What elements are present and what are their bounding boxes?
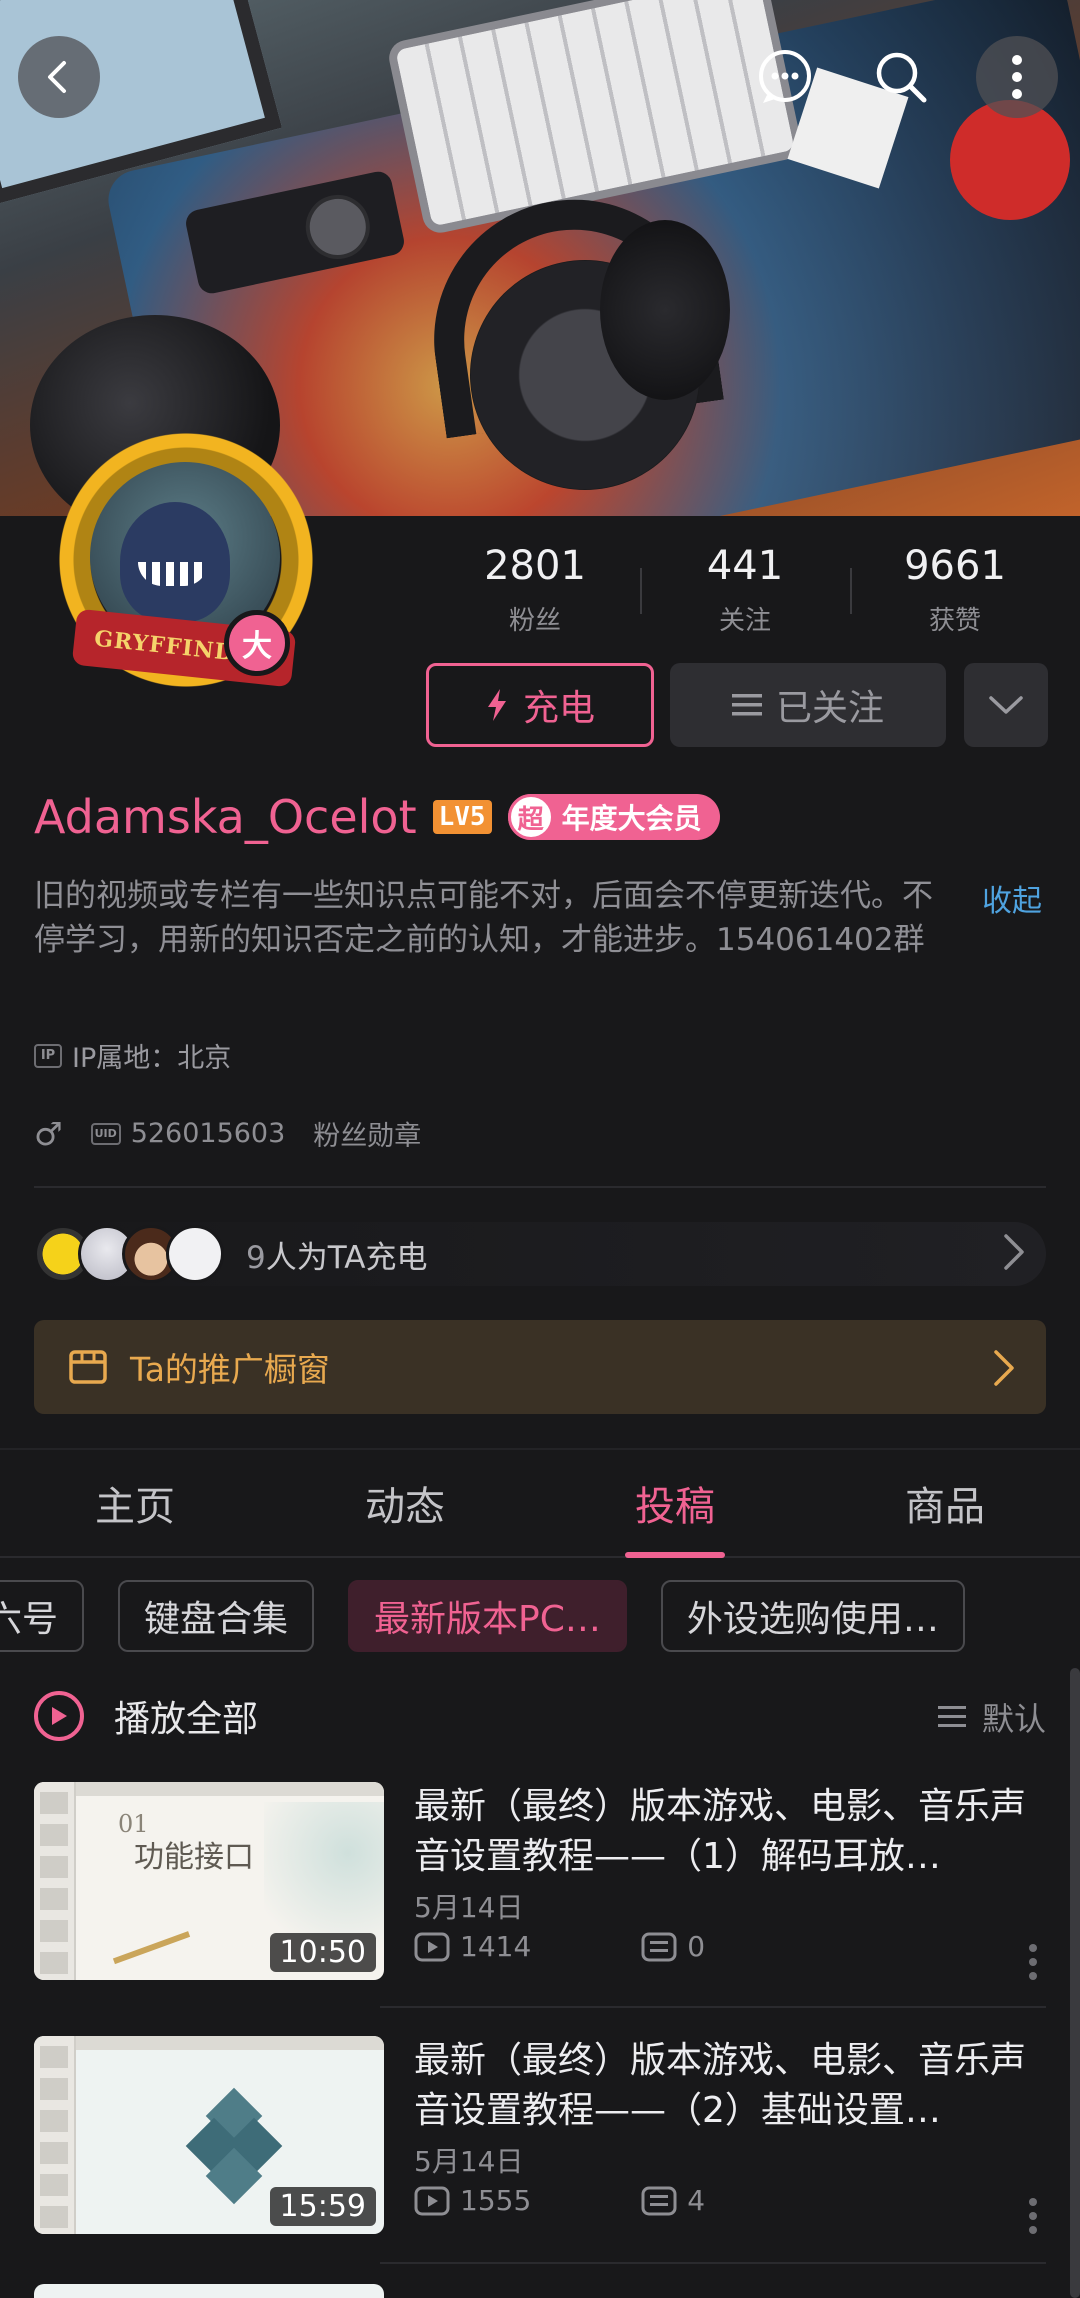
video-item[interactable]: 01 功能接口 10:50 最新（最终）版本游戏、电影、音乐声音设置教程——（1…	[34, 1782, 1046, 1982]
lightning-icon	[487, 689, 506, 721]
video-thumbnail[interactable]: 15:59	[34, 2036, 384, 2234]
video-separator	[380, 2262, 1046, 2264]
stat-label: 获赞	[928, 606, 981, 636]
stat-likes[interactable]: 9661 获赞	[850, 540, 1060, 640]
tab-dynamics[interactable]: 动态	[270, 1450, 540, 1556]
more-vertical-icon[interactable]	[1026, 1942, 1040, 1982]
video-duration: 10:50	[269, 1933, 376, 1972]
bio-text: 旧的视频或专栏有一些知识点可能不对，后面会不停更新迭代。不停学习，用新的知识否定…	[34, 878, 933, 958]
slide-title: 功能接口	[134, 1840, 254, 1875]
video-separator	[380, 2006, 1046, 2008]
video-title[interactable]: 最新（最终）版本游戏、电影、音乐声音设置教程——（1）解码耳放…	[414, 1782, 1054, 1882]
back-button[interactable]	[18, 36, 100, 118]
video-stats: 1555 4	[414, 2184, 705, 2217]
stat-label: 粉丝	[508, 606, 561, 636]
followed-button[interactable]: 已关注	[670, 663, 946, 747]
uid-value: 526015603	[130, 1118, 286, 1149]
comment-count: 0	[687, 1930, 706, 1963]
sort-lines-icon	[938, 1706, 966, 1727]
supporter-avatar	[166, 1225, 224, 1283]
followed-button-label: 已关注	[775, 688, 884, 729]
profile-tabs: 主页 动态 投稿 商品	[0, 1450, 1080, 1558]
store-icon	[69, 1350, 107, 1384]
chip-collection[interactable]: 键盘合集	[118, 1580, 315, 1652]
message-button[interactable]	[744, 36, 826, 118]
stat-number: 2801	[484, 543, 586, 589]
search-icon	[876, 52, 927, 103]
divider	[34, 1186, 1046, 1188]
name-row: Adamska_Ocelot LV5 超 年度大会员	[34, 782, 720, 852]
tab-products[interactable]: 商品	[810, 1450, 1080, 1556]
play-count: 1555	[460, 2184, 532, 2217]
comment-count-icon	[641, 1932, 677, 1961]
message-icon	[759, 50, 811, 103]
sort-button[interactable]: 默认	[938, 1694, 1046, 1740]
search-button[interactable]	[860, 36, 942, 118]
video-duration: 15:59	[269, 2187, 376, 2226]
play-count: 1414	[460, 1930, 532, 1963]
video-item[interactable]: 15:59 最新（最终）版本游戏、电影、音乐声音设置教程——（2）基础设置… 5…	[34, 2036, 1046, 2236]
showcase-label: Ta的推广橱窗	[130, 1350, 330, 1389]
menu-lines-icon	[731, 694, 762, 716]
charge-button-label: 充电	[522, 688, 595, 729]
video-thumbnail[interactable]: 01 功能接口 10:50	[34, 1782, 384, 1980]
video-stats: 1414 0	[414, 1930, 705, 1963]
fan-medal-link[interactable]: 粉丝勋章	[313, 1114, 421, 1153]
showcase-banner[interactable]: Ta的推广橱窗	[34, 1320, 1046, 1414]
supporter-avatars	[34, 1225, 224, 1283]
video-title[interactable]: 最新（最终）版本游戏、电影、音乐声音设置教程——（2）基础设置…	[414, 2036, 1054, 2136]
profile-stats: 2801 粉丝 441 关注 9661 获赞	[430, 540, 1060, 640]
chevron-down-icon	[989, 696, 1023, 714]
charge-supporters-row[interactable]: 9人为TA充电	[34, 1222, 1046, 1286]
chevron-right-icon	[994, 1350, 1014, 1386]
collapse-link[interactable]: 收起	[982, 876, 1042, 920]
scrollbar[interactable]	[1070, 1668, 1080, 2298]
username: Adamska_Ocelot	[34, 790, 417, 844]
stat-label: 关注	[718, 606, 771, 636]
back-arrow-icon	[48, 61, 66, 93]
avatar[interactable]: GRYFFINDOR 大	[56, 430, 316, 690]
collection-chips: 六号 键盘合集 最新版本PC… 外设选购使用…	[0, 1580, 965, 1652]
stat-following[interactable]: 441 关注	[640, 540, 850, 640]
vip-chip: 超	[507, 794, 554, 840]
play-all-label: 播放全部	[114, 1699, 259, 1740]
video-date: 5月14日	[414, 1891, 524, 1924]
male-gender-icon: ♂	[34, 1114, 63, 1153]
chip-collection-active[interactable]: 最新版本PC…	[348, 1580, 627, 1652]
more-options-button[interactable]	[976, 36, 1058, 118]
play-circle-icon	[34, 1691, 84, 1741]
video-date: 5月14日	[414, 2145, 524, 2178]
tab-uploads[interactable]: 投稿	[540, 1450, 810, 1556]
ip-text: IP属地：北京	[72, 1043, 232, 1074]
level-badge: LV5	[432, 800, 492, 834]
tab-home[interactable]: 主页	[0, 1450, 270, 1556]
charge-supporters-text: 9人为TA充电	[246, 1239, 428, 1276]
sort-label: 默认	[982, 1700, 1047, 1738]
play-count-icon	[414, 1932, 450, 1961]
more-vertical-icon[interactable]	[1026, 2196, 1040, 2236]
avatar-badge: 大	[224, 610, 290, 676]
vip-badge[interactable]: 超 年度大会员	[507, 794, 720, 840]
more-vertical-icon	[1012, 55, 1022, 99]
uid-group: UID 526015603	[90, 1118, 286, 1149]
uid-icon: UID	[90, 1122, 121, 1145]
play-count-icon	[414, 2186, 450, 2215]
stat-number: 441	[706, 543, 784, 589]
comment-count: 4	[687, 2184, 706, 2217]
chip-collection[interactable]: 外设选购使用…	[660, 1580, 965, 1652]
stat-number: 9661	[904, 543, 1006, 589]
charge-button[interactable]: 充电	[426, 663, 654, 747]
more-dropdown-button[interactable]	[964, 663, 1048, 747]
video-thumbnail-partial	[34, 2284, 384, 2298]
vip-label: 年度大会员	[561, 802, 702, 835]
stat-fans[interactable]: 2801 粉丝	[430, 540, 640, 640]
ip-location: IP IP属地：北京	[34, 1036, 231, 1075]
play-all-button[interactable]: 播放全部	[34, 1690, 258, 1742]
meta-row: ♂ UID 526015603 粉丝勋章	[34, 1114, 421, 1153]
comment-count-icon	[641, 2186, 677, 2215]
chevron-right-icon	[1004, 1234, 1024, 1270]
chip-collection[interactable]: 六号	[0, 1580, 85, 1652]
ip-icon: IP	[34, 1043, 62, 1068]
